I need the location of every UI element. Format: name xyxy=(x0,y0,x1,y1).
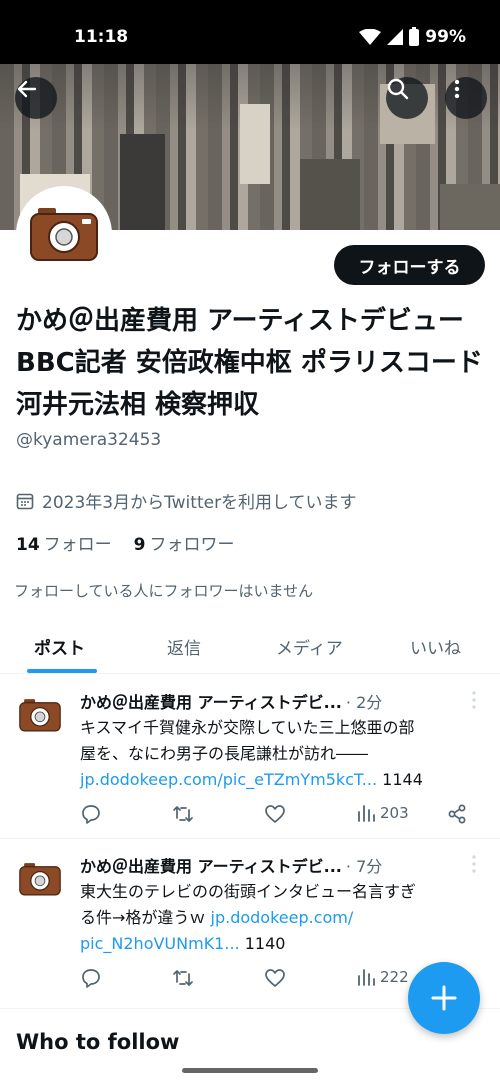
post-avatar[interactable] xyxy=(18,693,62,737)
follow-counts: 14 フォロー 9 フォロワー xyxy=(16,530,235,555)
tab-posts[interactable]: ポスト xyxy=(34,634,85,659)
more-vertical-icon xyxy=(454,79,460,99)
post-author-name[interactable]: かめ＠出産費用 アーティストデビ... xyxy=(80,853,342,877)
calendar-icon xyxy=(16,493,34,509)
post-author-name[interactable]: かめ＠出産費用 アーティストデビ... xyxy=(80,689,342,713)
followers-label: フォロワー xyxy=(149,535,235,555)
post-avatar[interactable] xyxy=(18,857,62,901)
post-text-line: キスマイ千賀健永が交際していた三上悠亜の部 xyxy=(80,718,415,737)
join-date: 2023年3月からTwitterを利用しています xyxy=(16,488,357,513)
post-link[interactable]: pic_N2hoVUNmK1... xyxy=(80,934,240,953)
views-icon xyxy=(358,805,375,822)
status-bar: 11:18 99% xyxy=(0,0,500,64)
post-header: かめ＠出産費用 アーティストデビ... · 7分 xyxy=(80,853,382,877)
post-text: 東大生のテレビのの街頭インタビュー名言すぎ る件→格が違うｗ jp.dodoke… xyxy=(80,879,480,957)
post-time: · 2分 xyxy=(345,693,383,712)
join-date-text: 2023年3月からTwitterを利用しています xyxy=(42,493,357,513)
views-count: 222 xyxy=(380,968,409,986)
share-icon xyxy=(448,804,466,824)
views-button[interactable]: 203 xyxy=(356,803,409,823)
post-text-line: 屋を、なにわ男子の長尾謙杜が訪れ―― xyxy=(80,744,369,763)
profile-tabs: ポスト 返信 メディア いいね xyxy=(0,622,500,674)
following-count: 14 xyxy=(16,535,40,555)
reply-icon xyxy=(82,805,100,824)
post-link[interactable]: jp.dodokeep.com/ xyxy=(211,908,354,927)
views-count: 203 xyxy=(380,804,409,822)
profile-handle: @kyamera32453 xyxy=(16,430,162,450)
follow-button[interactable]: フォローする xyxy=(334,245,485,285)
more-vertical-icon[interactable] xyxy=(472,691,476,709)
plus-icon xyxy=(431,985,457,1011)
post-link[interactable]: jp.dodokeep.com/pic_eTZmYm5kcT... xyxy=(80,770,377,789)
repost-button[interactable] xyxy=(172,803,194,825)
more-vertical-icon[interactable] xyxy=(472,855,476,873)
home-indicator[interactable] xyxy=(182,1068,318,1073)
post-actions: 203 xyxy=(80,803,480,827)
repost-button[interactable] xyxy=(172,967,194,989)
tab-replies[interactable]: 返信 xyxy=(167,634,201,659)
status-time: 11:18 xyxy=(74,27,129,47)
post-header: かめ＠出産費用 アーティストデビ... · 2分 xyxy=(80,689,382,713)
more-button[interactable] xyxy=(445,77,487,119)
tab-active-indicator xyxy=(27,669,97,673)
wifi-icon xyxy=(359,29,382,45)
post-time: · 7分 xyxy=(345,857,383,876)
camera-icon xyxy=(30,208,98,261)
post-text: キスマイ千賀健永が交際していた三上悠亜の部 屋を、なにわ男子の長尾謙杜が訪れ――… xyxy=(80,715,480,793)
heart-icon xyxy=(265,805,285,823)
search-icon xyxy=(387,78,409,100)
arrow-left-icon xyxy=(17,80,37,98)
post-text-line: る件→格が違うｗ xyxy=(80,908,211,927)
compose-button[interactable] xyxy=(408,962,480,1034)
reply-button[interactable] xyxy=(80,803,102,825)
tab-likes[interactable]: いいね xyxy=(410,634,461,659)
status-icons: 99% xyxy=(359,26,466,47)
profile-display-name: かめ＠出産費用 アーティストデビュー BBC記者 安倍政権中枢 ポラリスコード … xyxy=(16,306,483,420)
signal-icon xyxy=(387,29,404,45)
followers-count: 9 xyxy=(133,535,146,555)
repost-icon xyxy=(173,970,193,986)
like-button[interactable] xyxy=(264,967,286,989)
views-button[interactable]: 222 xyxy=(356,967,409,987)
following-label: フォロー xyxy=(43,535,112,555)
followers-note: フォローしている人にフォロワーはいません xyxy=(14,582,314,600)
followers-link[interactable]: 9 フォロワー xyxy=(134,530,235,555)
reply-icon xyxy=(82,969,100,988)
post-text-suffix: 1140 xyxy=(244,934,286,953)
like-button[interactable] xyxy=(264,803,286,825)
back-button[interactable] xyxy=(15,77,57,119)
post-text-line: 東大生のテレビのの街頭インタビュー名言すぎ xyxy=(80,882,417,901)
battery-icon xyxy=(409,26,420,46)
profile-avatar[interactable] xyxy=(16,186,112,282)
following-link[interactable]: 14 フォロー xyxy=(16,530,112,555)
repost-icon xyxy=(173,806,193,822)
reply-button[interactable] xyxy=(80,967,102,989)
who-to-follow-heading: Who to follow xyxy=(16,1030,180,1054)
post-item[interactable]: かめ＠出産費用 アーティストデビ... · 2分 キスマイ千賀健永が交際していた… xyxy=(0,675,500,839)
post-text-suffix: 1144 xyxy=(382,770,423,789)
share-button[interactable] xyxy=(446,803,468,825)
search-button[interactable] xyxy=(386,77,428,119)
battery-level: 99% xyxy=(425,27,466,47)
heart-icon xyxy=(265,969,285,987)
views-icon xyxy=(358,969,375,986)
tab-media[interactable]: メディア xyxy=(276,634,343,659)
